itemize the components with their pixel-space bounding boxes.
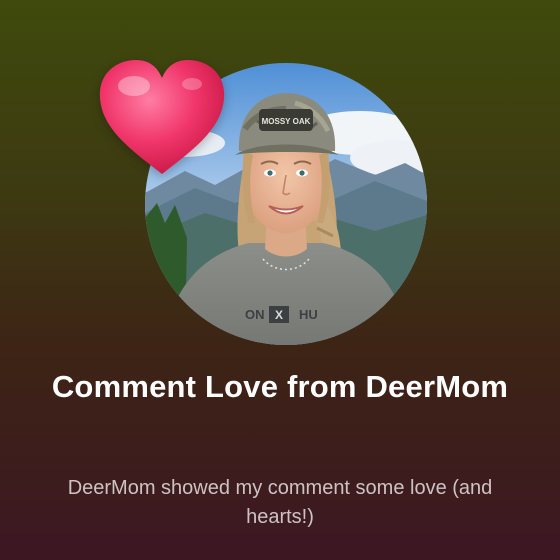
- notification-description: DeerMom showed my comment some love (and…: [67, 477, 493, 528]
- shirt-logo-mark: X: [275, 308, 283, 322]
- notification-title: Comment Love from DeerMom: [51, 369, 509, 404]
- shirt-logo-left: ON: [245, 307, 265, 322]
- comment-love-card: MOSSY OAK ON X HU Comment Love from Deer…: [0, 0, 560, 560]
- shirt-logo-right: HU: [299, 307, 318, 322]
- cap-logo-text: MOSSY OAK: [262, 117, 311, 126]
- heart-icon: [99, 60, 225, 174]
